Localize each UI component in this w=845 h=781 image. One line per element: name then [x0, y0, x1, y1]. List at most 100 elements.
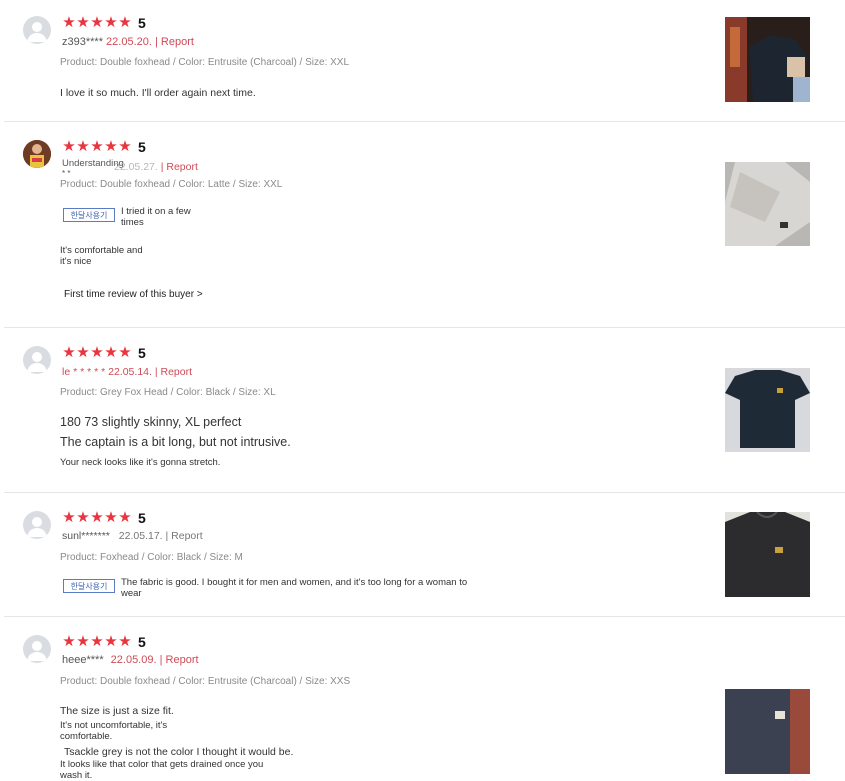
report-link[interactable]: Report — [161, 36, 194, 48]
review-photo[interactable] — [725, 162, 810, 246]
meta-separator: | — [160, 161, 164, 173]
review-text: comfortable. — [60, 731, 113, 742]
user-avatar — [23, 140, 51, 168]
review-text: Your neck looks like it's gonna stretch. — [60, 457, 221, 468]
rating-score: 5 — [138, 345, 146, 361]
star-rating: ★ ★ ★ ★ ★ 5 — [62, 344, 146, 361]
star-icon: ★ — [104, 344, 118, 361]
product-option: Product: Double foxhead / Color: Entrusi… — [60, 57, 350, 68]
review-meta: le * * * * * 22.05.14. | Report — [62, 366, 192, 378]
default-avatar-icon — [23, 346, 51, 374]
star-icon: ★ — [118, 14, 132, 31]
star-icon: ★ — [62, 138, 76, 155]
star-rating: ★ ★ ★ ★ ★ 5 — [62, 509, 146, 526]
star-icon: ★ — [76, 344, 90, 361]
star-icon: ★ — [104, 633, 118, 650]
star-icon: ★ — [118, 633, 132, 650]
meta-separator: | — [165, 530, 169, 542]
star-icon: ★ — [90, 509, 104, 526]
review-date: 22.05.09. — [110, 654, 157, 666]
review-item: ★ ★ ★ ★ ★ 5 le * * * * * 22.05.14. | Report … — [4, 328, 845, 493]
report-link[interactable]: Report — [171, 530, 203, 542]
product-option: Product: Double foxhead / Color: Latte /… — [60, 179, 283, 190]
review-text: The captain is a bit long, but not intru… — [60, 435, 291, 449]
meta-separator: | — [159, 654, 163, 666]
review-item: ★ ★ ★ ★ ★ 5 Understanding * * 22.05.27. | Re… — [4, 122, 845, 328]
star-rating: ★ ★ ★ ★ ★ 5 — [62, 138, 146, 155]
reviewer-name: heee**** — [62, 654, 104, 666]
report-link[interactable]: Report — [166, 654, 199, 666]
review-text: times — [121, 217, 144, 228]
review-meta: 22.05.27. | Report — [114, 161, 198, 173]
default-avatar-icon — [23, 635, 51, 663]
first-review-link[interactable]: First time review of this buyer > — [64, 289, 203, 300]
star-rating: ★ ★ ★ ★ ★ 5 — [62, 14, 146, 31]
review-text: it's nice — [60, 256, 92, 267]
star-icon: ★ — [90, 14, 104, 31]
rating-score: 5 — [138, 139, 146, 155]
review-text: It's not uncomfortable, it's — [60, 720, 168, 731]
star-icon: ★ — [62, 633, 76, 650]
month-review-badge: 한달사용기 — [63, 579, 115, 593]
review-text: I love it so much. I'll order again next… — [60, 87, 256, 99]
meta-separator: | — [154, 36, 158, 48]
star-icon: ★ — [104, 509, 118, 526]
star-rating: ★ ★ ★ ★ ★ 5 — [62, 633, 146, 650]
review-text: I tried it on a few — [121, 206, 191, 217]
default-avatar-icon — [23, 16, 51, 44]
review-meta: * * — [62, 169, 70, 178]
review-meta: sunl******* 22.05.17. | Report — [62, 530, 203, 542]
product-option: Product: Grey Fox Head / Color: Black / … — [60, 387, 276, 398]
review-text: 180 73 slightly skinny, XL perfect — [60, 415, 242, 429]
star-icon: ★ — [62, 344, 76, 361]
star-icon: ★ — [76, 633, 90, 650]
star-icon: ★ — [62, 509, 76, 526]
reviewer-name: le * * * * * — [62, 366, 106, 378]
meta-separator: | — [154, 366, 158, 378]
review-text: wash it. — [60, 770, 93, 781]
rating-score: 5 — [138, 510, 146, 526]
review-meta: z393**** 22.05.20. | Report — [62, 36, 194, 48]
report-link[interactable]: Report — [166, 161, 198, 173]
star-icon: ★ — [118, 138, 132, 155]
review-date: 22.05.14. — [108, 366, 152, 378]
report-link[interactable]: Report — [161, 366, 193, 378]
star-icon: ★ — [118, 509, 132, 526]
review-item: ★ ★ ★ ★ ★ 5 z393**** 22.05.20. | Report Prod… — [4, 0, 845, 122]
star-icon: ★ — [104, 138, 118, 155]
review-item: ★ ★ ★ ★ ★ 5 heee**** 22.05.09. | Report Prod… — [4, 617, 845, 781]
review-date: 22.05.27. — [114, 161, 158, 173]
star-icon: ★ — [90, 344, 104, 361]
review-date: 22.05.17. — [118, 530, 163, 542]
rating-score: 5 — [138, 634, 146, 650]
product-option: Product: Double foxhead / Color: Entrusi… — [60, 676, 351, 687]
review-text: wear — [121, 588, 142, 599]
star-icon: ★ — [76, 138, 90, 155]
review-photo[interactable] — [725, 17, 810, 102]
review-date: 22.05.20. — [106, 36, 152, 48]
review-photo[interactable] — [725, 368, 810, 452]
star-icon: ★ — [104, 14, 118, 31]
star-icon: ★ — [118, 344, 132, 361]
reviewer-name: sunl******* — [62, 530, 110, 542]
review-text: The size is just a size fit. — [60, 705, 174, 717]
review-meta: heee**** 22.05.09. | Report — [62, 654, 199, 666]
product-option: Product: Foxhead / Color: Black / Size: … — [60, 552, 243, 563]
reviewer-name-mask: * * — [62, 169, 71, 178]
review-photo[interactable] — [725, 689, 810, 774]
month-review-badge: 한달사용기 — [63, 208, 115, 222]
review-text: It's comfortable and — [60, 245, 143, 256]
default-avatar-icon — [23, 511, 51, 539]
star-icon: ★ — [76, 14, 90, 31]
star-icon: ★ — [76, 509, 90, 526]
review-text: The fabric is good. I bought it for men … — [121, 577, 468, 588]
review-photo[interactable] — [725, 512, 810, 597]
star-icon: ★ — [90, 138, 104, 155]
star-icon: ★ — [90, 633, 104, 650]
review-item: ★ ★ ★ ★ ★ 5 sunl******* 22.05.17. | Report P… — [4, 493, 845, 617]
rating-score: 5 — [138, 15, 146, 31]
star-icon: ★ — [62, 14, 76, 31]
review-text: It looks like that color that gets drain… — [60, 759, 264, 770]
reviewer-name: z393**** — [62, 36, 103, 48]
review-text: Tsackle grey is not the color I thought … — [64, 746, 294, 758]
